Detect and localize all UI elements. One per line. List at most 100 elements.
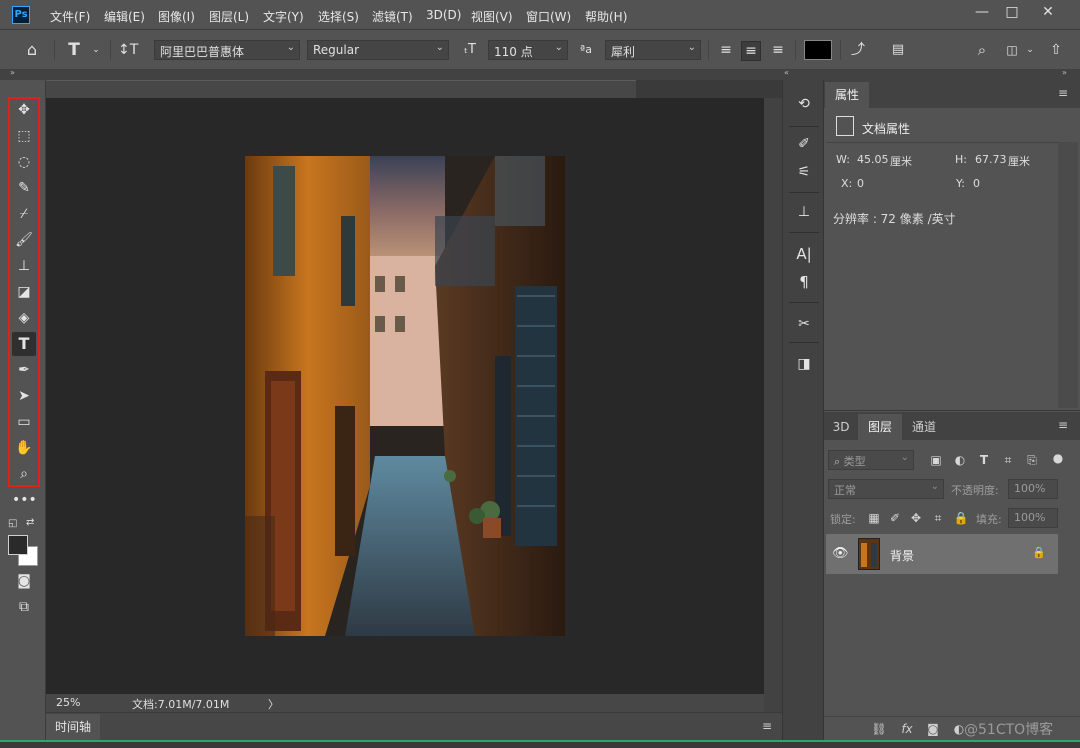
lock-position-icon[interactable]: ✥ (908, 510, 924, 526)
menu-help[interactable]: 帮助(H) (585, 8, 627, 25)
text-orientation-icon[interactable]: ↕T (118, 41, 138, 61)
chevron-down-icon[interactable]: ⌄ (1020, 41, 1040, 61)
add-mask-icon[interactable]: ◙ (924, 720, 942, 738)
menu-file[interactable]: 文件(F) (50, 8, 90, 25)
paragraph-icon[interactable]: ¶ (792, 270, 816, 294)
quick-mask-icon[interactable]: ◙ (12, 569, 36, 593)
tab-layers[interactable]: 图层 (858, 414, 902, 440)
antialias-icon: ªa (580, 43, 592, 56)
panel-menu-icon[interactable]: ≡ (762, 719, 772, 733)
chevron-down-icon: ⌄ (286, 42, 295, 53)
fill-label: 填充: (976, 513, 1002, 526)
antialias-select[interactable]: 犀利 ⌄ (605, 40, 701, 60)
close-button[interactable]: ✕ (1032, 2, 1064, 22)
menu-type[interactable]: 文字(Y) (263, 8, 304, 25)
smart-object-filter-icon[interactable]: ⎘ (1024, 452, 1040, 468)
align-right-icon[interactable]: ≡ (768, 41, 788, 61)
font-size-select[interactable]: 110 点 ⌄ (488, 40, 568, 60)
tab-properties[interactable]: 属性 (825, 82, 869, 108)
shape-filter-icon[interactable]: ⌗ (1000, 452, 1016, 468)
workspace-icon[interactable]: ◫ (1002, 41, 1022, 61)
align-left-icon[interactable]: ≡ (716, 41, 736, 61)
filter-toggle-icon[interactable]: ● (1050, 450, 1066, 466)
tools-settings-icon[interactable]: ✂ (792, 312, 816, 336)
adjustments-icon[interactable]: ⚟ (792, 160, 816, 184)
panel-menu-icon[interactable]: ≡ (1058, 418, 1068, 432)
status-menu-arrow[interactable]: 〉 (268, 696, 279, 712)
type-filter-icon[interactable]: T (976, 452, 992, 468)
foreground-color-swatch[interactable] (8, 535, 28, 555)
warp-text-icon[interactable]: ⤴ (848, 41, 868, 61)
fill-input[interactable]: 100% (1008, 508, 1058, 528)
panel-menu-icon[interactable]: ≡ (1058, 86, 1068, 100)
minimize-button[interactable]: — (966, 2, 998, 22)
lock-all-icon[interactable]: 🔒 (953, 510, 969, 526)
blend-mode-select[interactable]: 正常 ⌄ (828, 479, 944, 499)
libraries-icon[interactable]: ◨ (792, 352, 816, 376)
font-family-select[interactable]: 阿里巴巴普惠体 ⌄ (154, 40, 300, 60)
document-icon (836, 116, 854, 136)
font-size-value: 110 点 (494, 45, 533, 59)
canvas-scrollbar[interactable] (764, 98, 782, 712)
menu-select[interactable]: 选择(S) (318, 8, 359, 25)
layer-row[interactable]: 👁 背景 🔒 (826, 534, 1058, 574)
status-bar: 25% 文档:7.01M/7.01M 〉 (46, 694, 764, 712)
share-icon[interactable]: ⇧ (1046, 41, 1066, 61)
lock-pixels-icon[interactable]: ✐ (887, 510, 903, 526)
type-tool-preset-icon[interactable]: T (64, 41, 84, 61)
chevron-down-icon: ⌄ (930, 481, 939, 492)
layer-lock-icon: 🔒 (1032, 546, 1046, 559)
history-icon[interactable]: ⟲ (792, 92, 816, 116)
text-color-swatch[interactable] (804, 40, 832, 60)
divider (826, 142, 1058, 143)
font-size-icon: ₜT (464, 42, 476, 57)
default-colors-icon[interactable]: ◱ (8, 518, 17, 529)
search-icon[interactable]: ⌕ (972, 41, 992, 61)
opacity-value: 100% (1014, 482, 1046, 495)
screen-mode-icon[interactable]: ⧉ (12, 595, 36, 619)
visibility-eye-icon[interactable]: 👁 (832, 546, 849, 561)
document-tab[interactable] (46, 80, 636, 98)
brush-settings-icon[interactable]: ✐ (792, 132, 816, 156)
document-image[interactable] (245, 156, 565, 636)
swap-colors-icon[interactable]: ⇄ (26, 517, 34, 528)
fx-icon[interactable]: fx (898, 720, 916, 738)
chevron-down-icon[interactable]: ⌄ (86, 41, 106, 61)
align-center-icon[interactable]: ≡ (741, 41, 761, 61)
font-style-select[interactable]: Regular ⌄ (307, 40, 449, 60)
opacity-input[interactable]: 100% (1008, 479, 1058, 499)
link-layers-icon[interactable]: ⛓ (870, 720, 888, 738)
pixel-filter-icon[interactable]: ▣ (928, 452, 944, 468)
zoom-level[interactable]: 25% (56, 696, 80, 709)
height-value: 67.73 (975, 153, 1007, 166)
menu-filter[interactable]: 滤镜(T) (372, 8, 413, 25)
menu-image[interactable]: 图像(I) (158, 8, 195, 25)
expand-icon[interactable]: » (10, 68, 15, 77)
menu-layer[interactable]: 图层(L) (209, 8, 249, 25)
expand-icon[interactable]: » (1062, 68, 1067, 77)
menu-window[interactable]: 窗口(W) (526, 8, 571, 25)
adjustment-filter-icon[interactable]: ◐ (952, 452, 968, 468)
layer-name[interactable]: 背景 (890, 547, 914, 564)
tab-channels[interactable]: 通道 (904, 414, 944, 440)
character-icon[interactable]: A| (792, 242, 816, 266)
tab-3d[interactable]: 3D (826, 414, 856, 440)
clone-source-icon[interactable]: ⊥ (792, 200, 816, 224)
window-bottom-border (0, 740, 1080, 748)
layer-filter-select[interactable]: ⌕ 类型 ⌄ (828, 450, 914, 470)
chevron-down-icon: ⌄ (687, 42, 696, 53)
maximize-button[interactable]: □ (996, 2, 1028, 22)
chevron-down-icon: ⌄ (900, 452, 909, 463)
lock-transparent-icon[interactable]: ▦ (866, 510, 882, 526)
timeline-tab[interactable]: 时间轴 (46, 714, 100, 740)
lock-artboard-icon[interactable]: ⌗ (930, 510, 946, 526)
menu-3d[interactable]: 3D(D) (426, 8, 461, 22)
photoshop-logo: Ps (12, 6, 30, 24)
character-panel-icon[interactable]: ▤ (888, 41, 908, 61)
home-icon[interactable]: ⌂ (22, 41, 42, 61)
menu-view[interactable]: 视图(V) (471, 8, 513, 25)
properties-scrollbar[interactable] (1058, 142, 1078, 408)
collapse-icon[interactable]: « (784, 68, 789, 77)
more-tools-icon[interactable]: ••• (12, 488, 37, 512)
menu-edit[interactable]: 编辑(E) (104, 8, 145, 25)
